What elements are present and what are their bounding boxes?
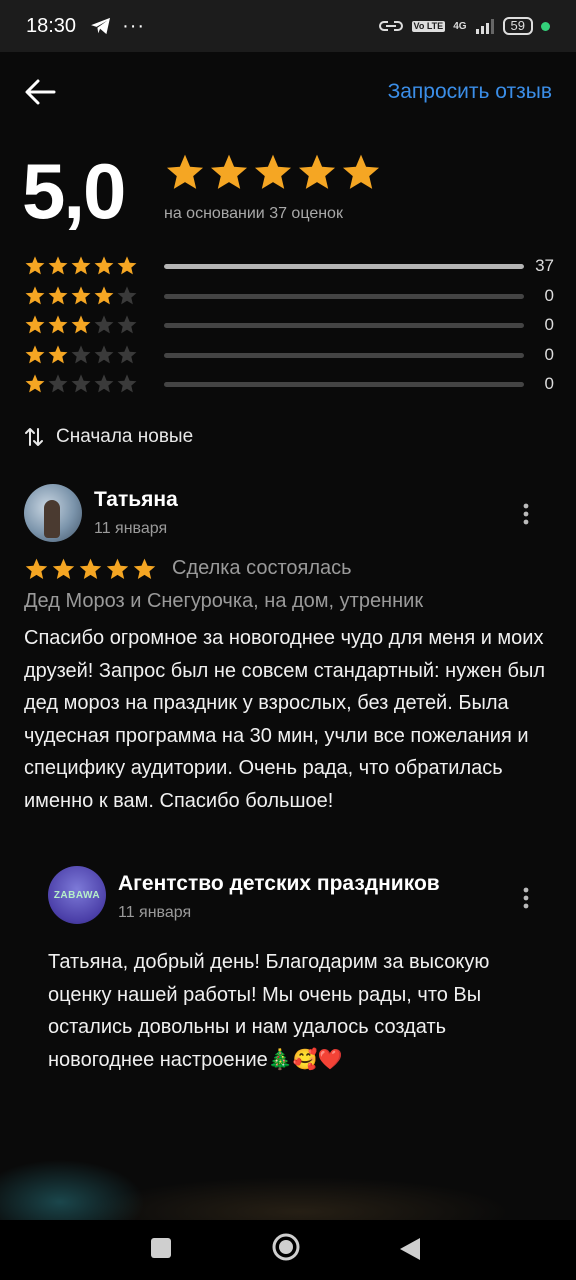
star-filled-icon xyxy=(52,558,75,579)
reply-text: Татьяна, добрый день! Благодарим за высо… xyxy=(48,951,490,1071)
star-filled-icon xyxy=(254,154,292,189)
distribution-count: 0 xyxy=(544,374,554,393)
distribution-row: 0 xyxy=(24,341,554,371)
star-filled-icon xyxy=(25,285,45,304)
rating-stars xyxy=(164,152,382,194)
star-filled-icon xyxy=(25,558,48,579)
star-filled-icon xyxy=(25,256,45,275)
distribution-stars xyxy=(24,373,138,395)
hotspot-link-icon xyxy=(378,21,403,31)
star-filled-icon xyxy=(25,374,45,393)
avatar[interactable] xyxy=(24,484,82,542)
star-filled-icon xyxy=(94,256,114,275)
star-filled-icon xyxy=(106,558,129,579)
distribution-row: 0 xyxy=(24,370,554,400)
star-empty-icon xyxy=(117,315,137,334)
signal-icon xyxy=(475,19,494,34)
star-filled-icon xyxy=(79,558,102,579)
star-filled-icon xyxy=(48,344,68,363)
review-stars xyxy=(24,557,157,582)
distribution-count: 37 xyxy=(535,256,554,275)
telegram-icon xyxy=(91,17,111,35)
distribution-stars xyxy=(24,285,138,307)
star-filled-icon xyxy=(117,256,137,275)
distribution-bar xyxy=(164,382,524,387)
sort-selector[interactable]: Сначала новые xyxy=(24,426,193,448)
square-icon[interactable] xyxy=(149,1236,173,1260)
network-type: 4G xyxy=(453,20,467,32)
star-filled-icon xyxy=(48,285,68,304)
star-empty-icon xyxy=(117,285,137,304)
distribution-bar-fill xyxy=(164,264,524,269)
star-filled-icon xyxy=(71,285,91,304)
distribution-count: 0 xyxy=(544,315,554,334)
star-filled-icon xyxy=(25,344,45,363)
status-bar: 18:30 ··· Vo LTE 4G 59 xyxy=(0,0,576,52)
star-filled-icon xyxy=(210,154,248,189)
star-empty-icon xyxy=(117,374,137,393)
more-vertical-icon[interactable] xyxy=(522,886,530,910)
distribution-bar xyxy=(164,293,524,299)
reply-date: 11 января xyxy=(118,904,192,921)
status-time: 18:30 xyxy=(26,14,77,37)
ratings-count-caption: на основании 37 оценок xyxy=(164,205,343,222)
distribution-stars xyxy=(24,255,138,277)
privacy-dot xyxy=(541,21,550,31)
triangle-back-icon[interactable] xyxy=(398,1236,422,1262)
star-filled-icon xyxy=(166,154,204,189)
avatar-figure xyxy=(44,500,60,538)
star-filled-icon xyxy=(48,256,68,275)
star-filled-icon xyxy=(25,315,45,334)
distribution-count: 0 xyxy=(544,344,554,364)
sort-label: Сначала новые xyxy=(56,426,194,447)
star-filled-icon xyxy=(71,256,91,275)
review-date: 11 января xyxy=(94,520,168,537)
distribution-bar xyxy=(164,352,524,358)
star-empty-icon xyxy=(94,374,114,393)
distribution-stars xyxy=(24,344,138,366)
star-filled-icon xyxy=(48,315,68,334)
more-notifications-icon: ··· xyxy=(122,14,146,37)
star-empty-icon xyxy=(48,374,68,393)
star-empty-icon xyxy=(71,374,91,393)
reviews-screen: Запросить отзыв 5,0 на основании 37 оцен… xyxy=(0,52,576,1220)
star-filled-icon xyxy=(298,154,336,189)
request-review-button[interactable]: Запросить отзыв xyxy=(388,80,552,104)
rating-distribution: 37 0 0 0 0 xyxy=(24,252,554,400)
reply-author: Агентство детских праздников xyxy=(118,872,440,895)
star-empty-icon xyxy=(117,344,137,363)
star-filled-icon xyxy=(133,558,156,579)
star-empty-icon xyxy=(94,315,114,334)
volte-badge: Vo LTE xyxy=(411,20,446,32)
star-filled-icon xyxy=(94,285,114,304)
agency-avatar[interactable]: ZABAWA xyxy=(48,866,106,924)
review-text: Спасибо огромное за новогоднее чудо для … xyxy=(24,627,546,812)
more-vertical-icon[interactable] xyxy=(522,502,530,526)
distribution-row: 37 xyxy=(24,252,554,282)
background-blur xyxy=(0,1092,576,1220)
system-navigation-bar xyxy=(0,1220,576,1280)
distribution-count: 0 xyxy=(544,285,554,305)
service-name: Дед Мороз и Снегурочка, на дом, утренник xyxy=(24,590,424,612)
distribution-row: 0 xyxy=(24,311,554,341)
star-filled-icon xyxy=(342,154,380,189)
circle-icon[interactable] xyxy=(271,1232,301,1262)
star-empty-icon xyxy=(71,344,91,363)
agency-logo: ZABAWA xyxy=(53,889,101,901)
distribution-row: 0 xyxy=(24,282,554,312)
star-filled-icon xyxy=(71,315,91,334)
back-arrow-icon[interactable] xyxy=(24,78,58,106)
sort-arrows-icon xyxy=(25,428,43,446)
deal-status: Сделка состоялась xyxy=(172,557,352,579)
battery-indicator: 59 xyxy=(502,17,533,35)
distribution-stars xyxy=(24,314,138,336)
average-rating: 5,0 xyxy=(22,147,126,235)
distribution-bar xyxy=(164,323,524,328)
distribution-bar xyxy=(164,264,524,269)
star-empty-icon xyxy=(94,344,114,363)
review-author: Татьяна xyxy=(94,488,178,511)
